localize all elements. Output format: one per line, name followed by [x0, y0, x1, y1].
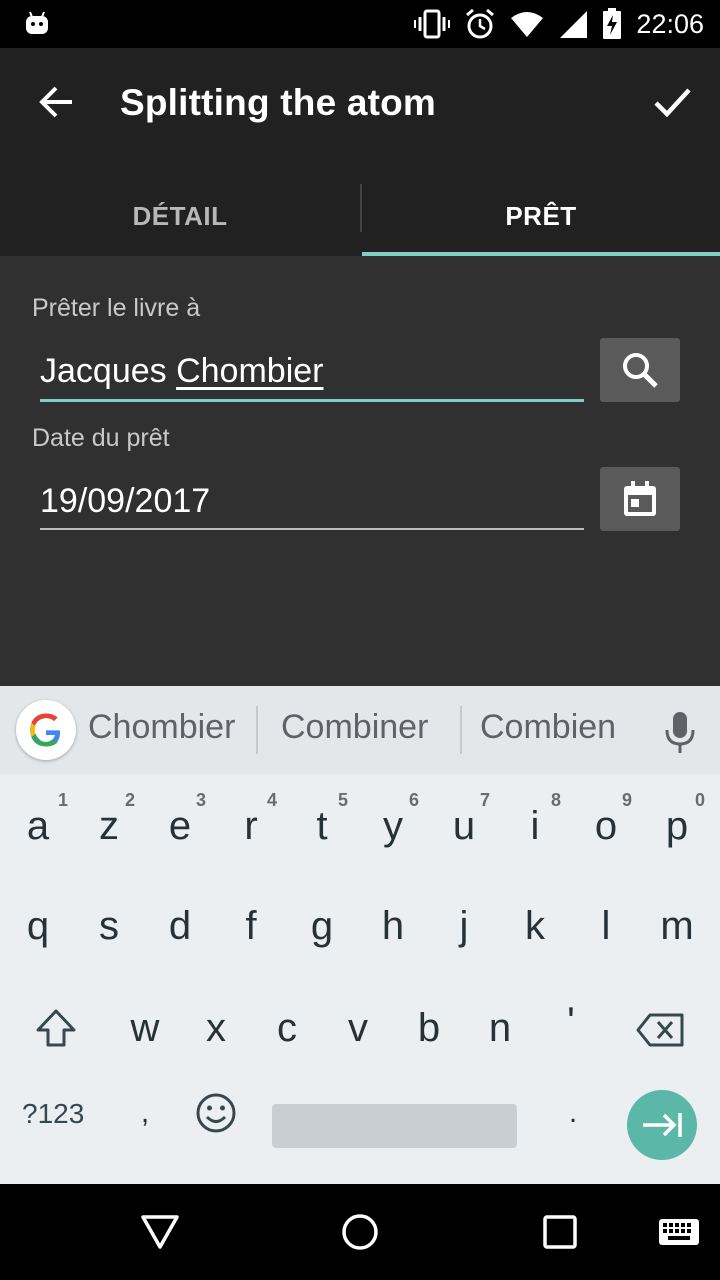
key-c[interactable]: c: [252, 1006, 322, 1051]
key-b[interactable]: b: [394, 1006, 464, 1051]
arrow-back-icon[interactable]: [32, 78, 80, 126]
enter-key[interactable]: [627, 1090, 697, 1160]
suggestion-divider: [460, 706, 462, 754]
date-field-underline: [40, 528, 584, 530]
key-k[interactable]: k: [500, 904, 570, 949]
suggestion-2[interactable]: Combiner: [281, 708, 428, 747]
alarm-icon: [466, 8, 495, 39]
wifi-icon: [511, 12, 544, 37]
key-hint: 4: [267, 790, 278, 810]
date-field[interactable]: 19/09/2017: [40, 482, 210, 521]
tab-pret[interactable]: PRÊT: [362, 176, 720, 256]
key-w[interactable]: w: [110, 1006, 180, 1051]
suggestion-divider: [256, 706, 258, 754]
emoji-icon[interactable]: [195, 1092, 237, 1134]
calendar-icon: [624, 481, 656, 516]
key-hint: 7: [480, 790, 491, 810]
keyboard-switch-icon[interactable]: [658, 1218, 700, 1246]
key-comma[interactable]: ,: [110, 1096, 180, 1130]
date-label: Date du prêt: [32, 424, 170, 452]
loan-form: Prêter le livre à Jacques Chombier Date …: [0, 256, 720, 686]
key-d[interactable]: d: [145, 904, 215, 949]
key-h[interactable]: h: [358, 904, 428, 949]
tab-bar: DÉTAIL PRÊT: [0, 176, 720, 256]
back-nav-icon[interactable]: [140, 1214, 180, 1250]
key-n[interactable]: n: [465, 1006, 535, 1051]
key-v[interactable]: v: [323, 1006, 393, 1051]
app-bar: Splitting the atom DÉTAIL PRÊT: [0, 48, 720, 256]
borrower-label: Prêter le livre à: [32, 294, 201, 322]
symbols-key[interactable]: ?123: [22, 1098, 84, 1130]
android-debug-icon: [26, 11, 48, 34]
suggestion-strip: Chombier Combiner Combien: [0, 686, 720, 774]
key-l[interactable]: l: [571, 904, 641, 949]
key-g[interactable]: g: [287, 904, 357, 949]
next-field-icon: [643, 1113, 682, 1137]
key-hint: 8: [551, 790, 562, 810]
microphone-icon[interactable]: [660, 708, 700, 756]
search-contact-button[interactable]: [600, 338, 680, 402]
key-hint: 9: [622, 790, 633, 810]
suggestion-3[interactable]: Combien: [480, 708, 616, 747]
google-logo-icon[interactable]: [16, 700, 76, 760]
backspace-icon[interactable]: [636, 1012, 686, 1048]
borrower-field-underline: [40, 399, 584, 402]
recents-nav-icon[interactable]: [542, 1214, 578, 1250]
key-hint: 1: [58, 790, 69, 810]
key-x[interactable]: x: [181, 1006, 251, 1051]
borrower-field[interactable]: Jacques Chombier: [40, 352, 323, 391]
status-bar: 22:06: [0, 0, 720, 48]
key-s[interactable]: s: [74, 904, 144, 949]
key-f[interactable]: f: [216, 904, 286, 949]
borrower-last-name: Chombier: [176, 352, 324, 390]
key-apostrophe[interactable]: ': [536, 1000, 606, 1045]
key-hint: 0: [695, 790, 706, 810]
key-q[interactable]: q: [3, 904, 73, 949]
suggestion-1[interactable]: Chombier: [88, 708, 235, 747]
key-period[interactable]: .: [538, 1096, 608, 1130]
page-title: Splitting the atom: [120, 82, 437, 123]
calendar-button[interactable]: [600, 467, 680, 531]
battery-charging-icon: [603, 8, 622, 39]
key-hint: 2: [125, 790, 136, 810]
signal-icon: [560, 11, 588, 38]
check-icon[interactable]: [648, 78, 696, 126]
key-hint: 5: [338, 790, 349, 810]
tab-detail[interactable]: DÉTAIL: [0, 176, 360, 256]
key-j[interactable]: j: [429, 904, 499, 949]
key-hint: 3: [196, 790, 207, 810]
soft-keyboard: Chombier Combiner Combien a z e r t y u …: [0, 686, 720, 1184]
borrower-first-name: Jacques: [40, 352, 167, 390]
home-nav-icon[interactable]: [340, 1212, 380, 1252]
clock: 22:06: [636, 8, 704, 39]
navigation-bar: [0, 1184, 720, 1280]
search-icon: [623, 353, 658, 388]
key-hint: 6: [409, 790, 420, 810]
vibrate-icon: [414, 9, 451, 39]
space-bar[interactable]: [272, 1104, 517, 1148]
shift-icon[interactable]: [34, 1008, 78, 1048]
key-m[interactable]: m: [642, 904, 712, 949]
